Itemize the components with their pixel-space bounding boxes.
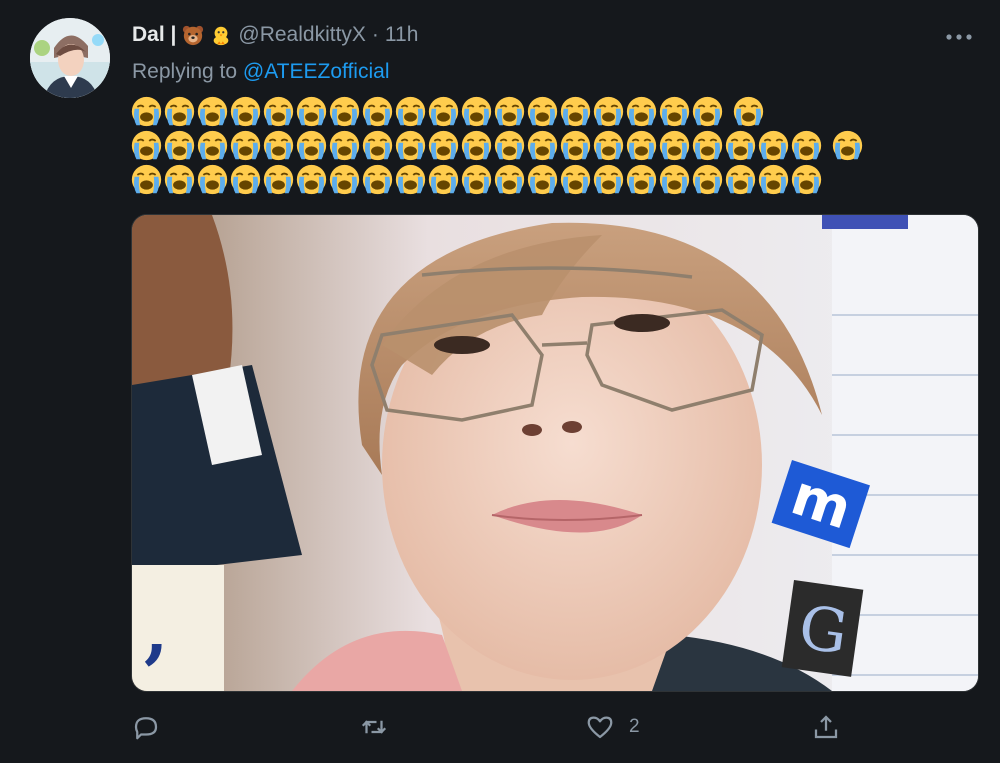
loudly-crying-face-emoji-icon <box>527 164 558 194</box>
loudly-crying-face-emoji-icon <box>733 96 764 126</box>
more-dots-icon <box>946 34 972 40</box>
loudly-crying-face-emoji-icon <box>527 130 558 160</box>
cutout-letter-comma: , <box>144 589 168 672</box>
loudly-crying-face-emoji-icon <box>362 164 393 194</box>
author-display-name[interactable]: Dal | <box>132 22 176 48</box>
loudly-crying-face-emoji-icon <box>362 130 393 160</box>
loudly-crying-face-emoji-icon <box>296 164 327 194</box>
loudly-crying-face-emoji-icon <box>131 164 162 194</box>
loudly-crying-face-emoji-icon <box>758 130 789 160</box>
loudly-crying-face-emoji-icon <box>461 164 492 194</box>
tweet-text <box>130 94 970 196</box>
loudly-crying-face-emoji-icon <box>197 164 228 194</box>
tweet-photo[interactable]: , m G <box>131 214 979 692</box>
tweet-timestamp[interactable]: 11h <box>385 22 418 48</box>
loudly-crying-face-emoji-icon <box>461 96 492 126</box>
header-separator: · <box>371 23 379 46</box>
retweet-button[interactable] <box>359 712 389 742</box>
like-count: 2 <box>629 716 640 737</box>
share-button[interactable] <box>811 712 841 742</box>
loudly-crying-face-emoji-icon <box>659 96 690 126</box>
loudly-crying-face-emoji-icon <box>131 130 162 160</box>
replying-to: Replying to @ATEEZofficial <box>132 60 390 84</box>
loudly-crying-face-emoji-icon <box>494 164 525 194</box>
loudly-crying-face-emoji-icon <box>626 96 657 126</box>
reply-mention-link[interactable]: @ATEEZofficial <box>243 60 390 83</box>
retweet-icon <box>361 720 387 734</box>
loudly-crying-face-emoji-icon <box>395 164 426 194</box>
loudly-crying-face-emoji-icon <box>832 130 863 160</box>
loudly-crying-face-emoji-icon <box>659 164 690 194</box>
cutout-letter-g: G <box>795 593 852 669</box>
emoji-row <box>130 128 970 162</box>
replying-to-label: Replying to <box>132 60 238 83</box>
loudly-crying-face-emoji-icon <box>692 164 723 194</box>
loudly-crying-face-emoji-icon <box>263 96 294 126</box>
heart-icon <box>587 716 613 739</box>
loudly-crying-face-emoji-icon <box>329 164 360 194</box>
loudly-crying-face-emoji-icon <box>329 130 360 160</box>
loudly-crying-face-emoji-icon <box>692 96 723 126</box>
loudly-crying-face-emoji-icon <box>626 130 657 160</box>
loudly-crying-face-emoji-icon <box>692 130 723 160</box>
like-button[interactable]: 2 <box>585 712 640 742</box>
loudly-crying-face-emoji-icon <box>428 96 459 126</box>
loudly-crying-face-emoji-icon <box>428 164 459 194</box>
loudly-crying-face-emoji-icon <box>362 96 393 126</box>
loudly-crying-face-emoji-icon <box>263 164 294 194</box>
loudly-crying-face-emoji-icon <box>296 130 327 160</box>
loudly-crying-face-emoji-icon <box>395 96 426 126</box>
photo-image: , m G <box>132 215 978 691</box>
reply-icon <box>134 717 158 740</box>
loudly-crying-face-emoji-icon <box>230 130 261 160</box>
loudly-crying-face-emoji-icon <box>197 130 228 160</box>
loudly-crying-face-emoji-icon <box>164 130 195 160</box>
loudly-crying-face-emoji-icon <box>428 130 459 160</box>
loudly-crying-face-emoji-icon <box>230 164 261 194</box>
loudly-crying-face-emoji-icon <box>494 130 525 160</box>
loudly-crying-face-emoji-icon <box>593 164 624 194</box>
tweet[interactable]: Dal | @RealdkittyX · 11h Replying to @AT… <box>0 0 1000 763</box>
bear-face-emoji-icon <box>183 25 204 46</box>
tweet-header: Dal | @RealdkittyX · 11h <box>132 22 418 48</box>
loudly-crying-face-emoji-icon <box>560 130 591 160</box>
reply-button[interactable] <box>131 712 161 742</box>
tweet-actions: 2 <box>131 708 851 748</box>
loudly-crying-face-emoji-icon <box>164 164 195 194</box>
loudly-crying-face-emoji-icon <box>296 96 327 126</box>
loudly-crying-face-emoji-icon <box>758 164 789 194</box>
loudly-crying-face-emoji-icon <box>560 96 591 126</box>
loudly-crying-face-emoji-icon <box>164 96 195 126</box>
loudly-crying-face-emoji-icon <box>263 130 294 160</box>
loudly-crying-face-emoji-icon <box>230 96 261 126</box>
loudly-crying-face-emoji-icon <box>395 130 426 160</box>
emoji-row <box>130 94 970 128</box>
loudly-crying-face-emoji-icon <box>131 96 162 126</box>
loudly-crying-face-emoji-icon <box>659 130 690 160</box>
loudly-crying-face-emoji-icon <box>329 96 360 126</box>
loudly-crying-face-emoji-icon <box>593 130 624 160</box>
avatar[interactable] <box>30 18 110 98</box>
loudly-crying-face-emoji-icon <box>494 96 525 126</box>
loudly-crying-face-emoji-icon <box>527 96 558 126</box>
loudly-crying-face-emoji-icon <box>725 164 756 194</box>
loudly-crying-face-emoji-icon <box>560 164 591 194</box>
loudly-crying-face-emoji-icon <box>593 96 624 126</box>
more-options-button[interactable] <box>944 22 974 48</box>
loudly-crying-face-emoji-icon <box>725 130 756 160</box>
author-handle[interactable]: @RealdkittyX <box>238 22 366 48</box>
share-icon <box>814 715 838 739</box>
hatching-chick-emoji-icon <box>214 26 229 46</box>
loudly-crying-face-emoji-icon <box>461 130 492 160</box>
avatar-image <box>30 18 110 98</box>
loudly-crying-face-emoji-icon <box>626 164 657 194</box>
loudly-crying-face-emoji-icon <box>197 96 228 126</box>
emoji-row <box>130 162 970 196</box>
loudly-crying-face-emoji-icon <box>791 164 822 194</box>
loudly-crying-face-emoji-icon <box>791 130 822 160</box>
